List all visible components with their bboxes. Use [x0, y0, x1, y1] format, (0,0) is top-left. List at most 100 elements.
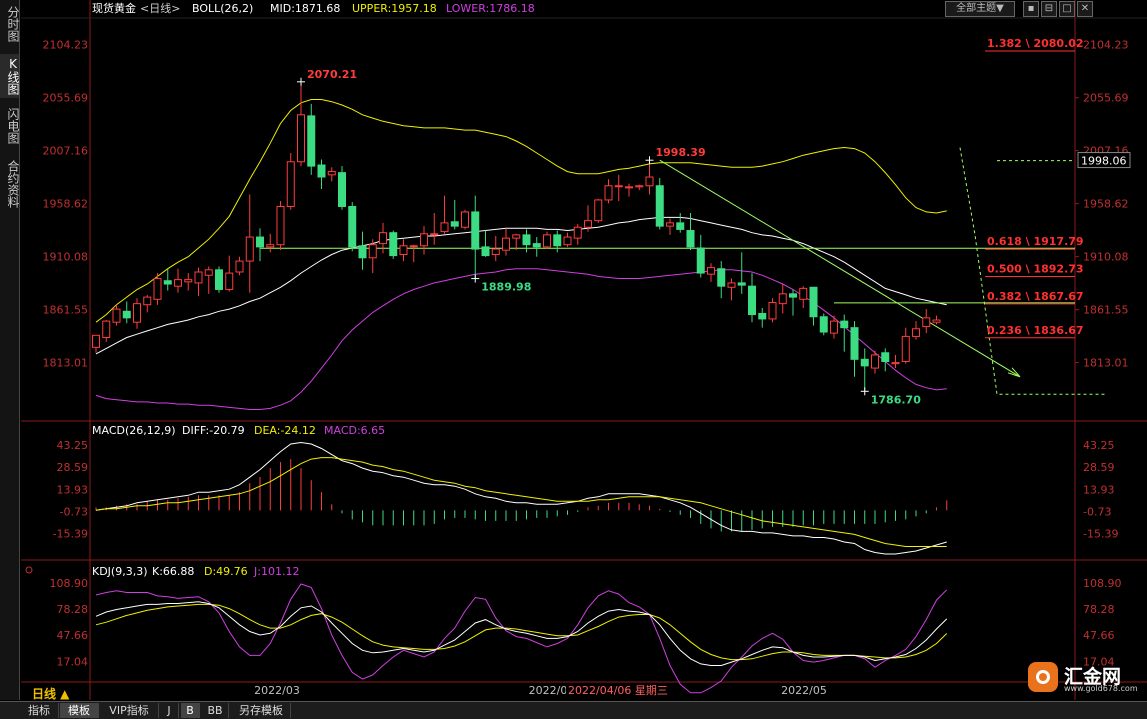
candle	[143, 296, 152, 306]
candle	[153, 278, 162, 300]
candle	[163, 280, 172, 285]
kdj-k-line	[95, 601, 948, 666]
boll-lower-value: LOWER:1786.18	[446, 2, 535, 15]
candle	[758, 312, 767, 320]
candle	[174, 279, 182, 287]
candle	[768, 302, 777, 320]
candle	[266, 244, 275, 248]
candle	[225, 272, 234, 290]
candle	[635, 185, 644, 188]
candle	[368, 244, 377, 259]
kdj-y-tick-right: 47.66	[1083, 629, 1115, 642]
close-icon[interactable]: ✕	[1077, 1, 1093, 17]
candle	[860, 358, 869, 367]
candle	[696, 247, 705, 274]
price-annotation: 2070.21	[307, 68, 357, 81]
price-annotation: 1786.70	[871, 393, 921, 406]
macd-diff-line	[95, 441, 947, 555]
kdj-y-tick-left: 108.90	[50, 577, 89, 590]
candle	[502, 237, 510, 251]
boll-upper-value: UPPER:1957.18	[352, 2, 437, 15]
y-tick-label-left: 1861.55	[43, 304, 89, 317]
price-annotation: 1998.39	[656, 146, 706, 159]
candle	[256, 236, 264, 248]
macd-y-tick-left: 28.59	[57, 461, 89, 474]
kdj-k-value: K:66.88	[152, 565, 195, 578]
macd-y-tick-left: 43.25	[57, 439, 89, 452]
candle	[830, 320, 838, 334]
candle	[327, 171, 336, 176]
tab-save-template[interactable]: 另存模板	[232, 703, 291, 718]
candle	[450, 221, 459, 227]
candle	[317, 164, 326, 178]
candle	[881, 352, 890, 363]
side-tab-lightning-chart[interactable]: 闪电图	[0, 104, 20, 148]
fib-level-label: 1.382 \ 2080.02	[987, 37, 1084, 50]
candle	[379, 232, 387, 245]
maximize-icon[interactable]: □	[1059, 1, 1075, 17]
candle	[92, 334, 100, 348]
minimize-icon[interactable]: ▪	[1023, 1, 1039, 17]
candle	[184, 279, 193, 283]
tab-j[interactable]: J	[160, 703, 179, 718]
candle	[676, 222, 685, 230]
tab-b[interactable]: B	[181, 703, 200, 718]
y-tick-label-right: 1861.55	[1083, 304, 1129, 317]
candle	[850, 327, 859, 360]
fib-level-label: 0.618 \ 1917.79	[987, 235, 1084, 248]
fib-level-label: 0.382 \ 1867.67	[987, 290, 1084, 303]
panel-marker-icon	[25, 566, 33, 574]
tab-indicators[interactable]: 指标	[20, 703, 59, 718]
candle	[522, 234, 531, 246]
tab-bb[interactable]: BB	[202, 703, 229, 718]
candle	[604, 185, 613, 201]
restore-icon[interactable]: ⊟	[1041, 1, 1057, 17]
fib-level-label: 0.500 \ 1892.73	[987, 263, 1084, 276]
side-tab-bar: 分时图 K线图 闪电图 合约资料	[0, 0, 20, 700]
site-logo: 汇金网 www.gold678.com	[1028, 662, 1138, 694]
price-annotation: 1889.98	[481, 281, 531, 294]
theme-dropdown[interactable]: 全部主题▼	[945, 1, 1015, 17]
kdj-indicator-name: KDJ(9,3,3)	[92, 565, 148, 578]
kdj-j-value: J:101.12	[254, 565, 300, 578]
y-tick-label-left: 1958.62	[43, 198, 89, 211]
candle	[666, 222, 674, 227]
period-selector[interactable]: 日线 ▲	[32, 685, 69, 702]
candle	[122, 310, 131, 319]
candle	[399, 245, 408, 256]
candle	[871, 354, 879, 369]
candle	[686, 230, 695, 248]
candle	[471, 211, 480, 250]
side-tab-contract-info[interactable]: 合约资料	[0, 156, 20, 212]
toolbar: 全部主题▼ ▪ ⊟ □ ✕	[945, 1, 1093, 17]
candle	[737, 282, 746, 286]
candle	[389, 232, 398, 257]
candle	[645, 176, 654, 187]
macd-y-tick-right: 13.93	[1083, 483, 1115, 496]
side-tab-kline-chart[interactable]: K线图	[0, 54, 20, 98]
candle	[133, 303, 141, 323]
trend-arrow-head	[1007, 367, 1021, 378]
macd-y-tick-left: -15.39	[53, 528, 88, 541]
candle	[204, 269, 213, 276]
macd-y-tick-left: -0.73	[60, 505, 88, 518]
macd-y-tick-right: -0.73	[1083, 505, 1111, 518]
y-tick-label-right: 2104.23	[1083, 39, 1129, 52]
y-tick-label-left: 1910.08	[43, 251, 89, 264]
y-tick-label-left: 1813.01	[43, 357, 89, 370]
candle	[789, 293, 797, 298]
macd-dea-line	[95, 457, 947, 547]
candle	[573, 226, 582, 239]
cursor-date-label: 2022/04/06 星期三	[568, 684, 668, 697]
candle	[532, 243, 541, 248]
tab-vip-indicators[interactable]: VIP指标	[100, 703, 159, 718]
candle	[358, 245, 367, 259]
kdj-y-tick-right: 108.90	[1083, 577, 1122, 590]
side-tab-time-chart[interactable]: 分时图	[0, 4, 20, 44]
candle	[194, 271, 203, 284]
tab-templates[interactable]: 模板	[60, 703, 99, 718]
candle	[901, 335, 910, 363]
y-tick-label-left: 2104.23	[43, 39, 89, 52]
candle	[553, 234, 562, 247]
candle	[922, 317, 931, 328]
